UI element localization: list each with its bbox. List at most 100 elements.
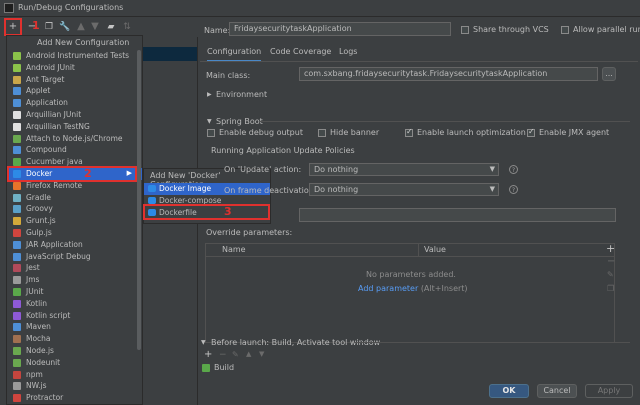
menu-item-label: Applet (26, 86, 51, 96)
wrench-icon[interactable]: 🔧 (58, 20, 72, 34)
menu-item-application[interactable]: Application (7, 97, 142, 109)
config-type-icon (13, 347, 21, 355)
menu-item-label: Attach to Node.js/Chrome (26, 133, 123, 143)
environment-section[interactable]: Environment (216, 90, 267, 99)
frame-deactivation-dropdown[interactable]: Do nothing ▼ (309, 183, 499, 196)
menu-item-label: Groovy (26, 204, 53, 214)
config-type-icon (13, 394, 21, 403)
help-icon[interactable]: ? (509, 165, 518, 174)
override-parameters-label: Override parameters: (206, 228, 293, 237)
browse-button[interactable]: ... (602, 67, 616, 81)
launch-optimization-checkbox[interactable] (405, 127, 413, 137)
arrow-up-icon[interactable]: ▲ (246, 350, 251, 358)
menu-item-label: Kotlin script (26, 310, 71, 320)
menu-item-label: Compound (26, 145, 67, 155)
frame-deactivation-value: Do nothing (314, 185, 359, 194)
share-vcs-checkbox[interactable] (461, 26, 469, 34)
menu-item-android-instrumented-tests[interactable]: Android Instrumented Tests (7, 50, 142, 62)
debug-output-checkbox[interactable] (207, 129, 215, 137)
menu-item-protractor[interactable]: Protractor (7, 392, 142, 404)
edit-icon[interactable]: ✎ (232, 350, 239, 359)
arrow-up-icon[interactable]: ▲ (74, 20, 88, 34)
arrow-down-icon[interactable]: ▼ (88, 20, 102, 34)
menu-item-gulp-js[interactable]: Gulp.js (7, 227, 142, 239)
tab-code-coverage[interactable]: Code Coverage (270, 44, 331, 60)
config-type-icon (13, 323, 21, 332)
arrow-down-icon[interactable]: ▼ (259, 350, 264, 358)
hide-banner-label: Hide banner (330, 128, 380, 137)
hide-banner-checkbox[interactable] (318, 129, 326, 137)
minus-icon[interactable]: − (219, 350, 227, 360)
menu-item-applet[interactable]: Applet (7, 85, 142, 97)
menu-item-npm[interactable]: npm (7, 369, 142, 381)
minus-icon[interactable]: − (607, 256, 615, 267)
folder-icon[interactable]: ▰ (104, 20, 118, 34)
column-name[interactable]: Name (222, 245, 246, 254)
menu-item-javascript-debug[interactable]: JavaScript Debug (7, 251, 142, 263)
menu-item-node-js[interactable]: Node.js (7, 345, 142, 357)
copy-icon[interactable]: ❐ (42, 20, 56, 34)
tab-logs[interactable]: Logs (339, 44, 357, 60)
spring-boot-divider (260, 121, 630, 122)
annotation-number-3: 3 (224, 205, 232, 218)
override-parameters-table[interactable]: Name Value No parameters added. Add para… (205, 243, 615, 343)
config-type-icon (13, 111, 21, 119)
before-launch-chevron-icon[interactable]: ▼ (201, 339, 206, 346)
menu-item-jms[interactable]: Jms (7, 274, 142, 286)
menu-item-nw-js[interactable]: NW.js (7, 380, 142, 392)
menu-item-android-junit[interactable]: Android JUnit (7, 62, 142, 74)
menu-item-groovy[interactable]: Groovy (7, 203, 142, 215)
config-type-icon (13, 252, 21, 261)
menu-item-nodeunit[interactable]: Nodeunit (7, 357, 142, 369)
menu-item-arquillian-junit[interactable]: Arquillian JUnit (7, 109, 142, 121)
menu-item-maven[interactable]: Maven (7, 321, 142, 333)
sort-icon[interactable]: ⇅ (120, 20, 134, 34)
jmx-agent-checkbox[interactable] (527, 127, 535, 137)
menu-item-mocha[interactable]: Mocha (7, 333, 142, 345)
config-toolbar: + − 1 ❐ 🔧 ▲ ▼ ▰ ⇅ (0, 17, 195, 37)
menu-item-compound[interactable]: Compound (7, 144, 142, 156)
help-icon[interactable]: ? (509, 185, 518, 194)
menu-item-label: Arquillian JUnit (26, 110, 82, 119)
ok-button[interactable]: OK (489, 384, 529, 398)
column-value[interactable]: Value (424, 245, 446, 254)
menu-item-grunt-js[interactable]: Grunt.js (7, 215, 142, 227)
table-header: Name Value (206, 244, 614, 257)
copy-icon[interactable]: ❐ (607, 284, 614, 293)
menu-item-attach-to-node-js-chrome[interactable]: Attach to Node.js/Chrome (7, 133, 142, 145)
frame-deactivation-label: On frame deactivation: (224, 186, 317, 195)
menu-item-junit[interactable]: JUnit (7, 286, 142, 298)
spring-boot-chevron-icon[interactable]: ▼ (207, 118, 212, 125)
build-icon (202, 364, 210, 372)
add-parameter-link[interactable]: Add parameter (358, 284, 418, 293)
menu-item-kotlin-script[interactable]: Kotlin script (7, 310, 142, 322)
update-action-dropdown[interactable]: Do nothing ▼ (309, 163, 499, 176)
menu-item-ant-target[interactable]: Ant Target (7, 74, 142, 86)
main-class-field[interactable]: com.sxbang.fridaysecuritytask.Fridaysecu… (299, 67, 598, 81)
menu-item-jar-application[interactable]: JAR Application (7, 239, 142, 251)
extra-field[interactable] (299, 208, 616, 222)
config-type-icon (13, 370, 21, 379)
tab-configuration[interactable]: Configuration (207, 44, 262, 62)
environment-chevron-icon[interactable]: ▶ (207, 91, 212, 98)
annotation-number-2: 2 (84, 167, 92, 180)
menu-scrollbar[interactable] (137, 50, 141, 350)
edit-icon[interactable]: ✎ (607, 270, 614, 279)
name-field[interactable]: FridaysecuritytaskApplication (229, 22, 451, 36)
menu-item-kotlin[interactable]: Kotlin (7, 298, 142, 310)
menu-item-label: Kotlin (26, 298, 47, 308)
spring-boot-section[interactable]: Spring Boot (216, 117, 263, 126)
plus-icon[interactable]: + (606, 242, 615, 255)
build-item[interactable]: Build (214, 363, 234, 372)
plus-icon[interactable]: + (204, 349, 212, 360)
allow-parallel-checkbox[interactable] (561, 26, 569, 34)
menu-item-jest[interactable]: Jest (7, 262, 142, 274)
apply-button[interactable]: Apply (585, 384, 633, 398)
config-type-icon (13, 181, 21, 190)
menu-item-gradle[interactable]: Gradle (7, 192, 142, 204)
main-class-label: Main class: (206, 71, 251, 80)
cancel-button[interactable]: Cancel (537, 384, 577, 398)
menu-item-arquillian-testng[interactable]: Arquillian TestNG (7, 121, 142, 133)
highlight-box-dockerfile (143, 204, 270, 220)
config-tree-selection[interactable] (141, 47, 197, 61)
